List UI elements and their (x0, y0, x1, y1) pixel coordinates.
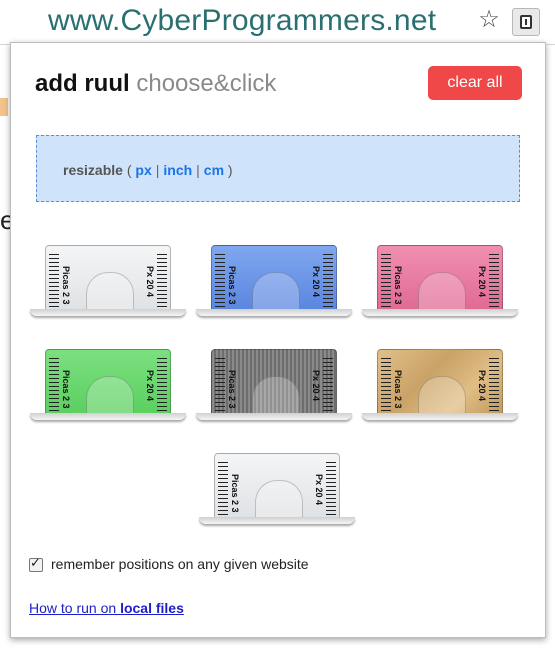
howto-prefix: How to run on (29, 600, 121, 616)
ruler-blue[interactable]: Picas 2 3 Px 20 4 (196, 245, 352, 320)
remember-label: remember positions on any given website (51, 556, 309, 572)
star-icon[interactable]: ☆ (477, 8, 501, 32)
title-subtitle: choose&click (136, 70, 277, 97)
resizable-row: resizable ( px | inch | cm ) (63, 162, 233, 178)
resizable-label: resizable (63, 162, 123, 178)
ruler-green[interactable]: Picas 2 3 Px 20 4 (30, 349, 186, 424)
popup-title: add ruul choose&click (35, 70, 276, 98)
ruler-white[interactable]: Picas 2 3 Px 20 4 (30, 245, 186, 320)
ruler-extension-icon[interactable] (512, 8, 540, 36)
resizable-ruler-dropzone[interactable]: resizable ( px | inch | cm ) (36, 135, 520, 202)
howto-bold: local files (120, 600, 184, 616)
ruler-white-2[interactable]: Picas 2 3 Px 20 4 (199, 453, 355, 528)
ruler-wood[interactable]: Picas 2 3 Px 20 4 (362, 349, 518, 424)
unit-cm-link[interactable]: cm (204, 162, 224, 178)
clear-all-button[interactable]: clear all (428, 66, 522, 100)
remember-positions-row[interactable]: remember positions on any given website (29, 555, 309, 573)
unit-inch-link[interactable]: inch (163, 162, 192, 178)
open-paren: ( (126, 162, 132, 178)
title-main: add ruul (35, 70, 130, 97)
close-paren: ) (227, 162, 233, 178)
browser-toolbar: www.CyberProgrammers.net ☆ (0, 0, 555, 45)
ruler-pink[interactable]: Picas 2 3 Px 20 4 (362, 245, 518, 320)
address-bar-url[interactable]: www.CyberProgrammers.net (48, 4, 436, 38)
unit-px-link[interactable]: px (135, 162, 151, 178)
how-to-local-files-link[interactable]: How to run on local files (29, 600, 184, 616)
remember-checkbox[interactable] (29, 555, 43, 573)
extension-popup: add ruul choose&click clear all resizabl… (10, 42, 546, 638)
ruler-gray[interactable]: Picas 2 3 Px 20 4 (196, 349, 352, 424)
background-page-fragment (0, 98, 8, 116)
